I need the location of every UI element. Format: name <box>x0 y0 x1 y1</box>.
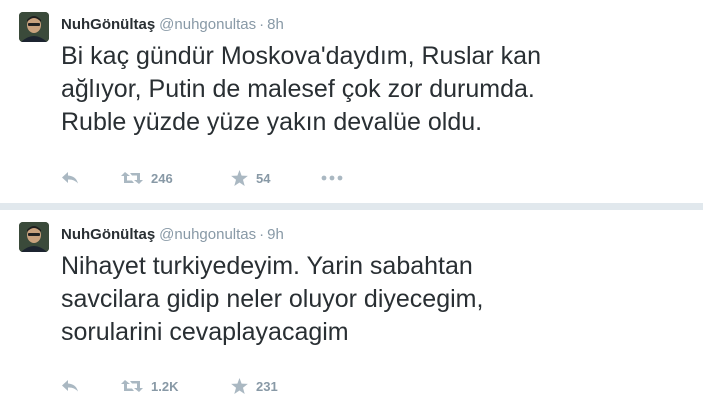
user-handle[interactable]: @nuhgonultas <box>159 16 256 33</box>
timestamp[interactable]: 8h <box>267 16 284 33</box>
tweet-header: NuhGönültaş @nuhgonultas · 9h <box>61 224 284 246</box>
avatar[interactable] <box>19 222 49 252</box>
favorite-button[interactable]: 231 <box>231 378 321 394</box>
retweet-button[interactable]: 246 <box>121 171 231 186</box>
display-name[interactable]: NuhGönültaş <box>61 16 155 33</box>
favorite-button[interactable]: 54 <box>231 170 321 186</box>
tweet-text: Nihayet turkiyedeyim. Yarin sabahtan sav… <box>61 252 484 346</box>
retweet-count: 246 <box>151 170 173 186</box>
timestamp[interactable]: 9h <box>267 226 284 243</box>
tweet-text: Bi kaç gündür Moskova'daydım, Ruslar kan… <box>61 42 541 136</box>
tweet-divider <box>0 203 703 210</box>
tweet-actions: 246 54 <box>61 168 343 188</box>
star-icon <box>231 170 248 186</box>
ellipsis-icon <box>321 175 343 181</box>
favorite-count: 231 <box>256 378 278 394</box>
tweet-1: NuhGönültaş @nuhgonultas · 8h Bi kaç gündür… <box>0 0 703 203</box>
more-button[interactable] <box>321 175 343 181</box>
retweet-count: 1.2K <box>151 378 179 394</box>
reply-arrow-icon <box>62 380 78 392</box>
separator: · <box>259 226 265 243</box>
reply-arrow-icon <box>62 172 78 184</box>
tweet-2: NuhGönültaş @nuhgonultas · 9h Nihayet turki… <box>0 210 703 410</box>
tweet-header: NuhGönültaş @nuhgonultas · 8h <box>61 14 284 36</box>
display-name[interactable]: NuhGönültaş <box>61 226 155 243</box>
star-icon <box>231 378 248 394</box>
reply-button[interactable] <box>61 171 121 185</box>
separator: · <box>259 16 265 33</box>
favorite-count: 54 <box>256 170 271 186</box>
retweet-icon <box>121 380 143 392</box>
retweet-button[interactable]: 1.2K <box>121 379 231 394</box>
avatar[interactable] <box>19 12 49 42</box>
reply-button[interactable] <box>61 379 121 393</box>
user-handle[interactable]: @nuhgonultas <box>159 226 256 243</box>
retweet-icon <box>121 172 143 184</box>
tweet-actions: 1.2K 231 <box>61 376 321 396</box>
